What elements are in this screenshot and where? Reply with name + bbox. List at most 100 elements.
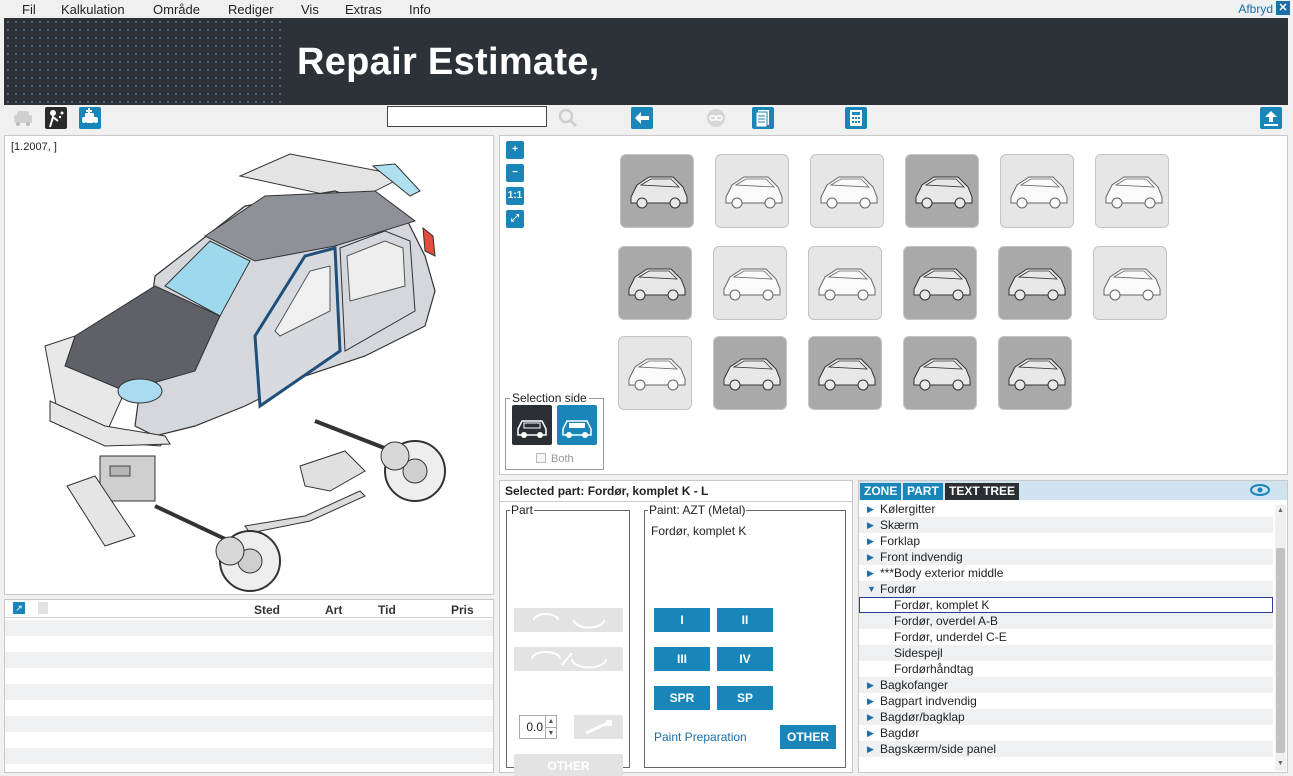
other-part-button[interactable]: OTHER <box>514 754 623 776</box>
tree-item[interactable]: ▶ Bagdør <box>859 725 1273 741</box>
stepper-down-icon[interactable]: ▼ <box>545 727 556 738</box>
tree-item[interactable]: Fordør, komplet K <box>859 597 1273 613</box>
collapsed-arrow-icon[interactable]: ▶ <box>867 517 874 533</box>
tree-item[interactable]: ▶ Bagskærm/side panel <box>859 741 1273 757</box>
paint-sp-button[interactable]: SP <box>717 686 773 710</box>
menu-extras[interactable]: Extras <box>345 2 382 17</box>
view-thumbnail[interactable] <box>713 246 787 320</box>
view-thumbnail[interactable] <box>1095 154 1169 228</box>
tree-item[interactable]: ▶ ***Body exterior middle <box>859 565 1273 581</box>
list-row[interactable] <box>5 620 493 636</box>
collapsed-arrow-icon[interactable]: ▶ <box>867 565 874 581</box>
paint-level-ii-button[interactable]: II <box>717 608 773 632</box>
view-thumbnail[interactable] <box>1093 246 1167 320</box>
view-thumbnail[interactable] <box>905 154 979 228</box>
scroll-down-icon[interactable]: ▼ <box>1277 760 1284 767</box>
search-input[interactable] <box>387 106 547 127</box>
list-row[interactable] <box>5 748 493 764</box>
view-thumbnail[interactable] <box>618 246 692 320</box>
collapsed-arrow-icon[interactable]: ▶ <box>867 741 874 757</box>
tree-item[interactable]: ▶ Forklap <box>859 533 1273 549</box>
back-arrow-icon[interactable] <box>631 107 653 129</box>
external-link-icon[interactable]: ↗ <box>13 602 25 614</box>
collapsed-arrow-icon[interactable]: ▶ <box>867 549 874 565</box>
tree-item[interactable]: ▶ Bagdør/bagklap <box>859 709 1273 725</box>
zoom-in-icon[interactable]: + <box>506 141 524 159</box>
fit-icon[interactable]: ⤢ <box>506 210 524 228</box>
tree-scrollbar[interactable]: ▲ ▼ <box>1275 505 1286 771</box>
upload-icon[interactable] <box>1260 107 1282 129</box>
delete-icon[interactable] <box>38 602 48 614</box>
view-thumbnail[interactable] <box>715 154 789 228</box>
vehicle-add-icon[interactable] <box>79 107 101 129</box>
menu-vis[interactable]: Vis <box>301 2 319 17</box>
vehicle-exploded-diagram[interactable] <box>5 136 493 594</box>
tree-item[interactable]: Fordør, overdel A-B <box>859 613 1273 629</box>
tree-item[interactable]: ▶ Kølergitter <box>859 501 1273 517</box>
tree-item[interactable]: Fordør, underdel C-E <box>859 629 1273 645</box>
close-icon[interactable]: ✕ <box>1276 1 1290 15</box>
menu-info[interactable]: Info <box>409 2 431 17</box>
collapsed-arrow-icon[interactable]: ▶ <box>867 709 874 725</box>
tree-item[interactable]: ▶ Bagpart indvendig <box>859 693 1273 709</box>
view-thumbnail[interactable] <box>903 336 977 410</box>
paint-other-button[interactable]: OTHER <box>780 725 836 749</box>
both-checkbox-row[interactable]: Both <box>536 453 574 465</box>
stepper-up-icon[interactable]: ▲ <box>545 716 556 727</box>
view-thumbnail[interactable] <box>713 336 787 410</box>
replace-button[interactable] <box>514 608 623 632</box>
tab-zone[interactable]: ZONE <box>860 483 902 500</box>
column-header-pris[interactable]: Pris <box>451 603 474 617</box>
view-thumbnail[interactable] <box>810 154 884 228</box>
list-row[interactable] <box>5 716 493 732</box>
tree-item[interactable]: ▶ Front indvendig <box>859 549 1273 565</box>
view-thumbnail[interactable] <box>1000 154 1074 228</box>
eye-icon[interactable] <box>1249 482 1271 501</box>
link-icon[interactable] <box>705 107 727 129</box>
view-thumbnail[interactable] <box>808 336 882 410</box>
menu-kalkulation[interactable]: Kalkulation <box>61 2 125 17</box>
menu-rediger[interactable]: Rediger <box>228 2 274 17</box>
tree-item[interactable]: ▶ Bagkofanger <box>859 677 1273 693</box>
vehicle-icon[interactable] <box>12 107 34 129</box>
selection-side-right-button[interactable] <box>557 405 597 445</box>
zoom-reset-button[interactable]: 1:1 <box>506 187 524 205</box>
calculator-icon[interactable] <box>845 107 867 129</box>
quantity-stepper[interactable]: 0.0 ▲ ▼ <box>519 715 557 739</box>
search-icon[interactable] <box>557 107 579 129</box>
column-header-sted[interactable]: Sted <box>254 603 280 617</box>
list-row[interactable] <box>5 684 493 700</box>
view-thumbnail[interactable] <box>620 154 694 228</box>
view-thumbnail[interactable] <box>618 336 692 410</box>
view-thumbnail[interactable] <box>998 336 1072 410</box>
view-thumbnail[interactable] <box>808 246 882 320</box>
collapsed-arrow-icon[interactable]: ▶ <box>867 725 874 741</box>
collapsed-arrow-icon[interactable]: ▶ <box>867 693 874 709</box>
selection-side-left-button[interactable] <box>512 405 552 445</box>
collapsed-arrow-icon[interactable]: ▶ <box>867 533 874 549</box>
collapsed-arrow-icon[interactable]: ▶ <box>867 677 874 693</box>
zoom-out-icon[interactable]: − <box>506 164 524 182</box>
paint-person-icon[interactable] <box>45 107 67 129</box>
tab-text-tree[interactable]: TEXT TREE <box>945 483 1020 500</box>
scroll-up-icon[interactable]: ▲ <box>1277 507 1284 514</box>
tree-item[interactable]: Fordørhåndtag <box>859 661 1273 677</box>
column-header-tid[interactable]: Tid <box>378 603 396 617</box>
tree-item[interactable]: Sidespejl <box>859 645 1273 661</box>
menu-fil[interactable]: Fil <box>22 2 36 17</box>
document-icon[interactable] <box>752 107 774 129</box>
both-checkbox[interactable] <box>536 453 546 463</box>
column-header-art[interactable]: Art <box>325 603 342 617</box>
tab-part[interactable]: PART <box>903 483 943 500</box>
tool-icon[interactable] <box>574 715 623 739</box>
paint-level-iv-button[interactable]: IV <box>717 647 773 671</box>
paint-level-iii-button[interactable]: III <box>654 647 710 671</box>
tree-item[interactable]: ▶ Skærm <box>859 517 1273 533</box>
list-row[interactable] <box>5 652 493 668</box>
replace-repair-button[interactable] <box>514 647 623 671</box>
paint-spr-button[interactable]: SPR <box>654 686 710 710</box>
menu-omraade[interactable]: Område <box>153 2 200 17</box>
paint-level-i-button[interactable]: I <box>654 608 710 632</box>
paint-preparation-link[interactable]: Paint Preparation <box>654 730 747 744</box>
scroll-thumb[interactable] <box>1276 548 1285 753</box>
